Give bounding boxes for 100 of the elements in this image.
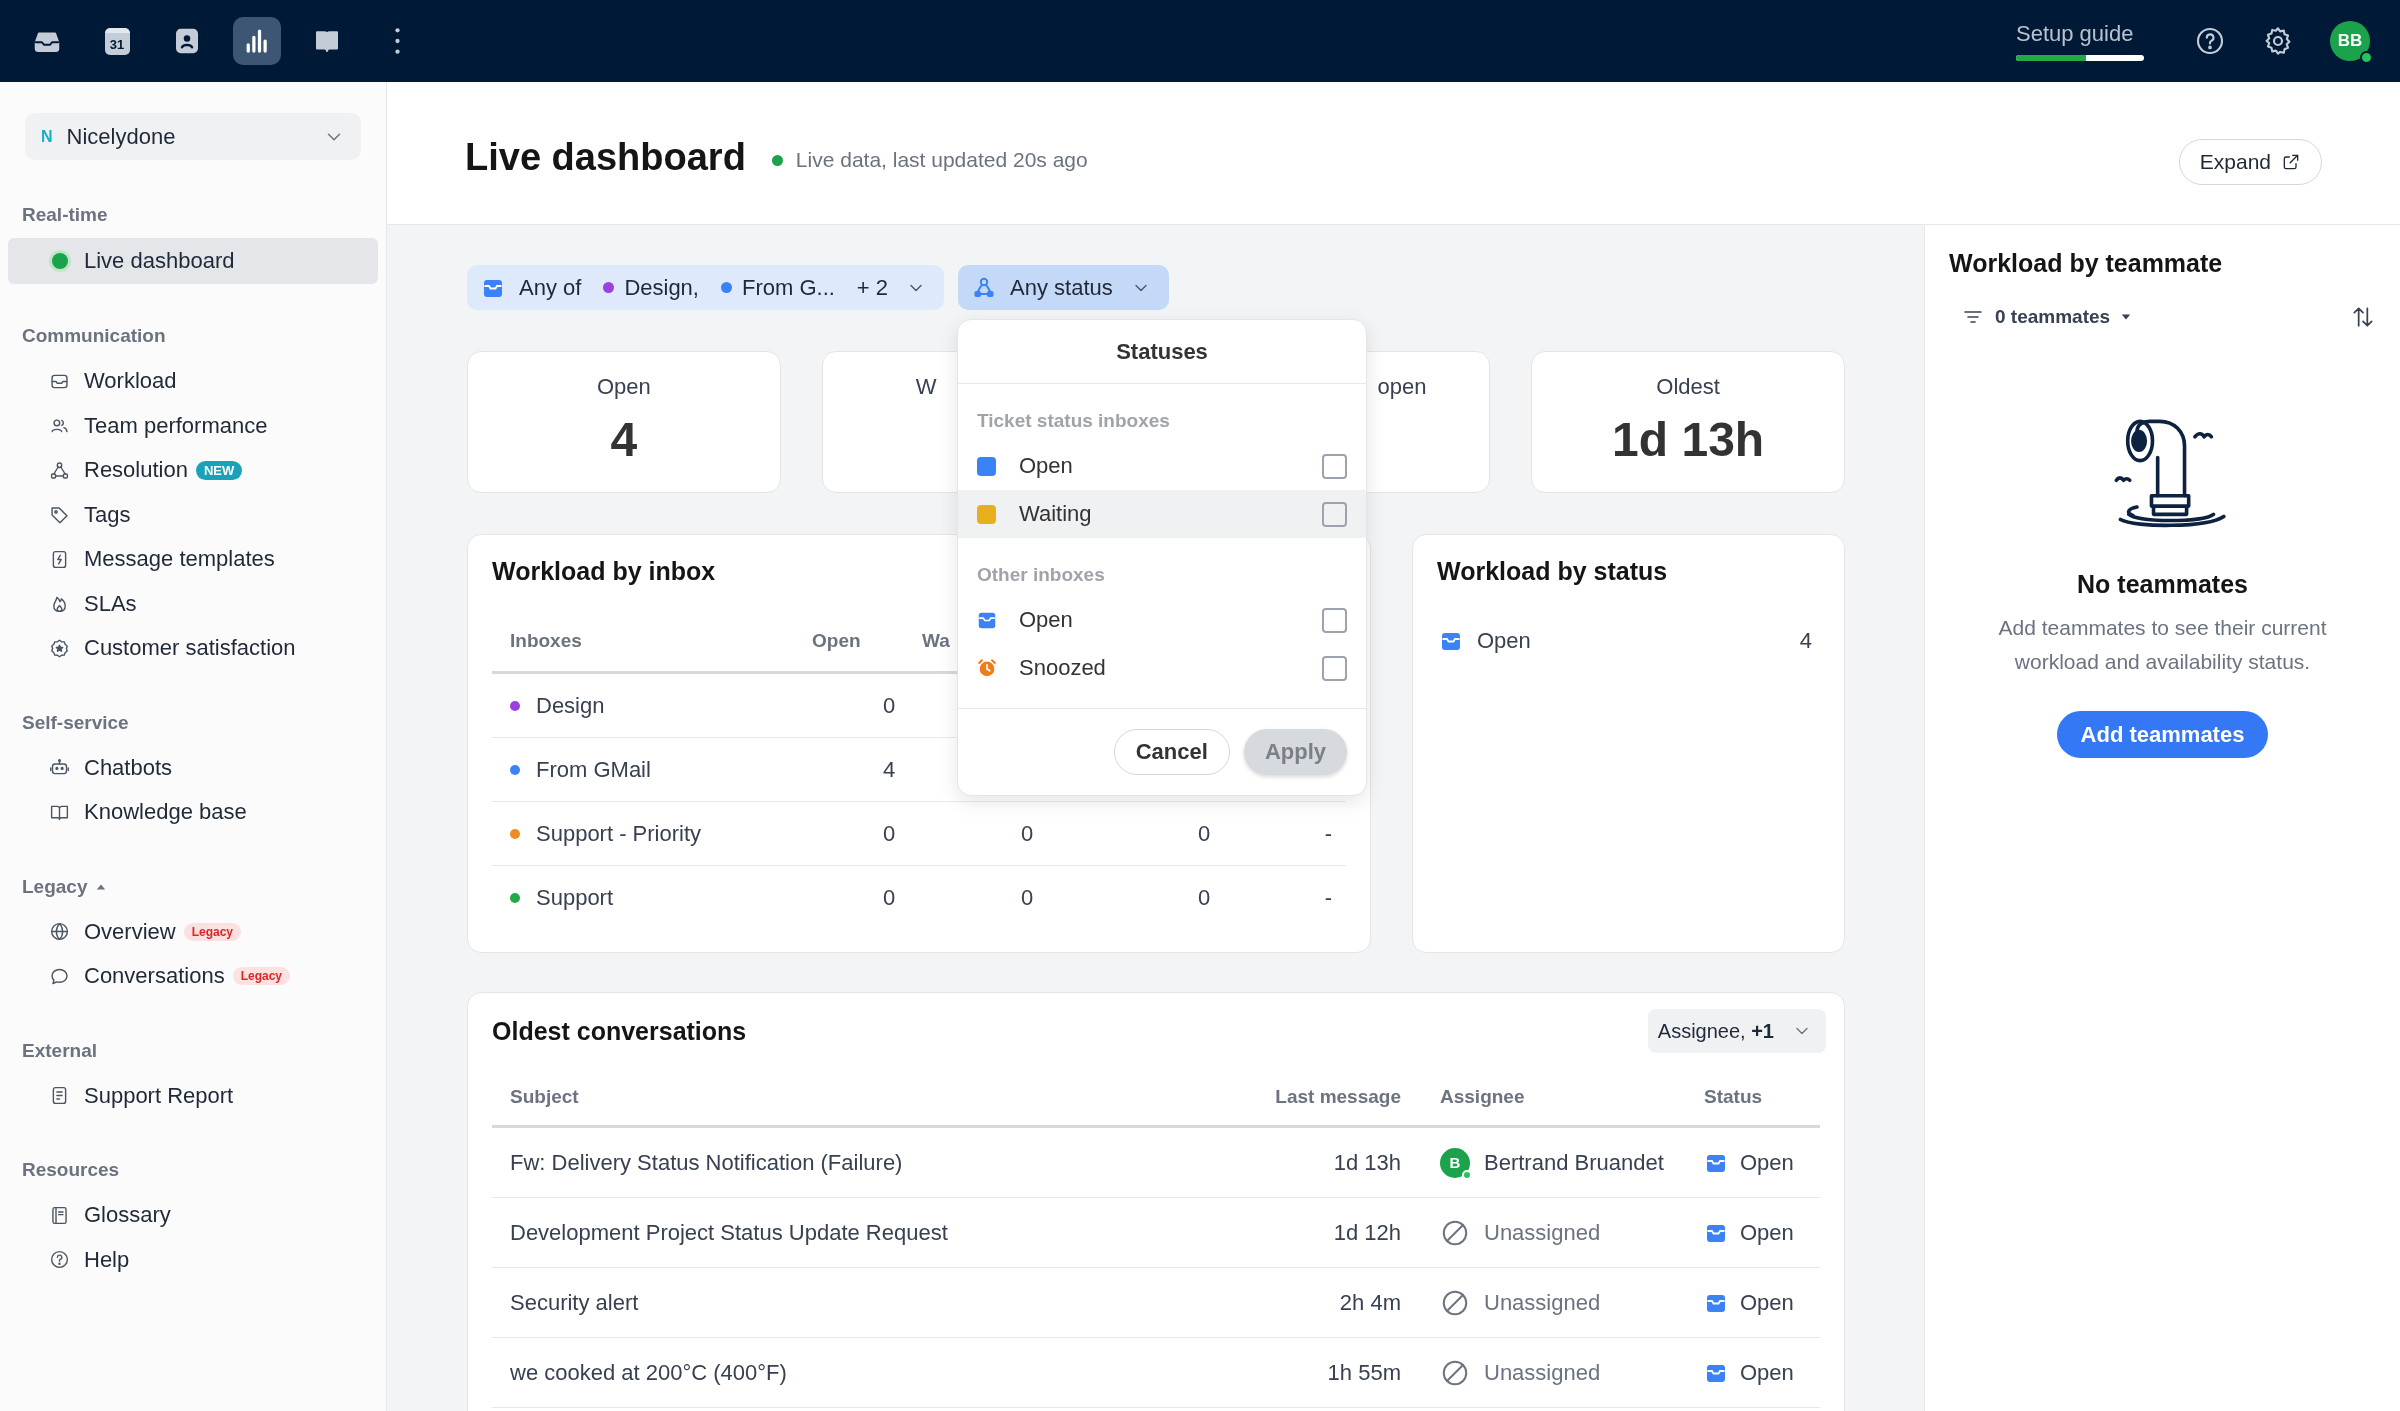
table-cell: From GMail (536, 756, 651, 783)
user-avatar: B (1440, 1147, 1470, 1178)
table-cell: Unassigned (1484, 1289, 1601, 1316)
section-heading: Legacy (22, 875, 88, 898)
assignee-dropdown[interactable]: Assignee, +1 (1647, 1009, 1826, 1053)
group-label: Ticket status inboxes (976, 409, 1171, 433)
sidebar-item[interactable]: Live dashboard (8, 238, 378, 284)
checkbox[interactable] (1322, 453, 1347, 479)
table-cell: 0 (1021, 820, 1034, 847)
table-cell: Security alert (510, 1289, 639, 1316)
table-cell: Unassigned (1484, 1219, 1601, 1246)
sidebar-item[interactable]: Tags (8, 492, 378, 537)
empty-state-text: Add teammates to see their current workload and availability status. (1997, 615, 2328, 675)
column-header: Status (1703, 1085, 1764, 1108)
table-cell: 1d 12h (1333, 1219, 1401, 1246)
menu-option[interactable]: Open (958, 596, 1366, 644)
badge: Legacy (232, 967, 290, 986)
table-cell: 2h 4m (1339, 1289, 1401, 1316)
stat-label: W (914, 374, 938, 400)
card-title: Oldest conversations (492, 1016, 747, 1046)
panel-title: Workload by teammate (1949, 249, 2223, 278)
workspace-selector[interactable]: N Nicelydone (25, 113, 361, 160)
badge: Legacy (183, 922, 242, 941)
checkbox[interactable] (1322, 501, 1347, 527)
table-cell: 4 (883, 756, 896, 783)
expand-button[interactable]: Expand (2178, 139, 2322, 185)
table-cell: 0 (883, 820, 896, 847)
checkbox[interactable] (1322, 655, 1347, 681)
stat-label: Oldest (1655, 374, 1721, 400)
sidebar-item[interactable]: Glossary (8, 1193, 378, 1238)
empty-state-title: No teammates (2077, 570, 2248, 599)
table-cell: Development Project Status Update Request (510, 1219, 948, 1246)
column-header: Assignee (1439, 1085, 1526, 1108)
sidebar-item[interactable]: Workload (8, 359, 378, 404)
add-teammates-button[interactable]: Add teammates (2056, 711, 2269, 759)
calendar-button[interactable]: 31 (93, 17, 141, 65)
table-cell: 1d 13h (1333, 1149, 1401, 1176)
setup-guide-link[interactable]: Setup guide (2016, 21, 2144, 47)
globe-icon (49, 921, 70, 943)
table-cell: Bertrand Bruandet (1484, 1149, 1664, 1176)
table-cell: 1h 55m (1327, 1359, 1401, 1386)
table-cell: Unassigned (1484, 1359, 1601, 1386)
network-icon (972, 275, 997, 300)
section-heading: Real-time (22, 204, 108, 226)
sidebar-item[interactable]: Support Report (8, 1073, 378, 1118)
stat-value: 4 (609, 412, 639, 467)
stat-label: Open (595, 374, 652, 400)
table-cell: Open (1740, 1219, 1794, 1246)
count: 4 (1799, 628, 1812, 654)
network-icon (49, 459, 70, 481)
menu-option[interactable]: Waiting (958, 490, 1366, 538)
table-cell: Support (536, 885, 614, 911)
column-header: Wa (921, 630, 951, 652)
section-heading: Self-service (22, 711, 129, 734)
help-icon[interactable] (2194, 25, 2226, 57)
sidebar-item[interactable]: Chatbots (8, 745, 378, 790)
table-cell: Fw: Delivery Status Notification (Failure) (510, 1149, 903, 1176)
card-title: Workload by status (1437, 557, 1668, 586)
sidebar-item[interactable]: Resolution NEW (8, 448, 378, 493)
column-header: Subject (509, 1085, 580, 1108)
section-heading: Resources (22, 1159, 120, 1181)
status-dot (51, 253, 68, 269)
sidebar-item[interactable]: Knowledge base (8, 790, 378, 835)
online-dot (1462, 1169, 1472, 1180)
sidebar-item[interactable]: Message templates (8, 537, 378, 582)
help-icon (49, 1249, 70, 1271)
workspace-initial: N (41, 127, 53, 146)
table-cell: Design (536, 692, 605, 719)
sidebar-item[interactable]: SLAs (8, 581, 378, 626)
table-cell: 0 (1021, 885, 1034, 911)
status-filter[interactable]: Any status (958, 265, 1169, 310)
table-cell: 0 (883, 692, 896, 719)
teammates-filter[interactable]: 0 teammates (1961, 305, 2133, 329)
sidebar-item[interactable]: Overview Legacy (8, 909, 378, 954)
menu-option[interactable]: Snoozed (958, 644, 1366, 692)
inbox-filter[interactable]: Any of Design, From G... + 2 (467, 265, 945, 310)
badge: NEW (195, 460, 243, 480)
stat-label: open (1376, 374, 1428, 400)
bar-chart-button[interactable] (233, 17, 281, 65)
sidebar-item[interactable]: Help (8, 1237, 378, 1282)
checkbox[interactable] (1322, 607, 1347, 633)
calendar-icon: 31 (104, 27, 130, 55)
table-cell: 0 (883, 885, 896, 911)
star-badge-icon (49, 637, 70, 659)
cancel-button[interactable]: Cancel (1113, 729, 1230, 775)
status-text: Live data, last updated 20s ago (795, 148, 1088, 172)
table-cell: Support - Priority (536, 820, 702, 847)
card-title: Workload by inbox (492, 557, 716, 586)
column-header: Open (811, 630, 862, 652)
page-title: Live dashboard (465, 135, 746, 179)
book-icon (49, 1204, 70, 1226)
table-cell: Open (1740, 1149, 1794, 1176)
table-cell: Open (1740, 1289, 1794, 1316)
menu-option[interactable]: Open (958, 442, 1366, 490)
stat-value: 1d 13h (1611, 412, 1766, 467)
menu-title: Statuses (958, 320, 1366, 384)
tag-icon (49, 504, 70, 526)
sidebar-item[interactable]: Customer satisfaction (8, 626, 378, 671)
sidebar-item[interactable]: Conversations Legacy (8, 954, 378, 999)
sidebar-item[interactable]: Team performance (8, 403, 378, 448)
